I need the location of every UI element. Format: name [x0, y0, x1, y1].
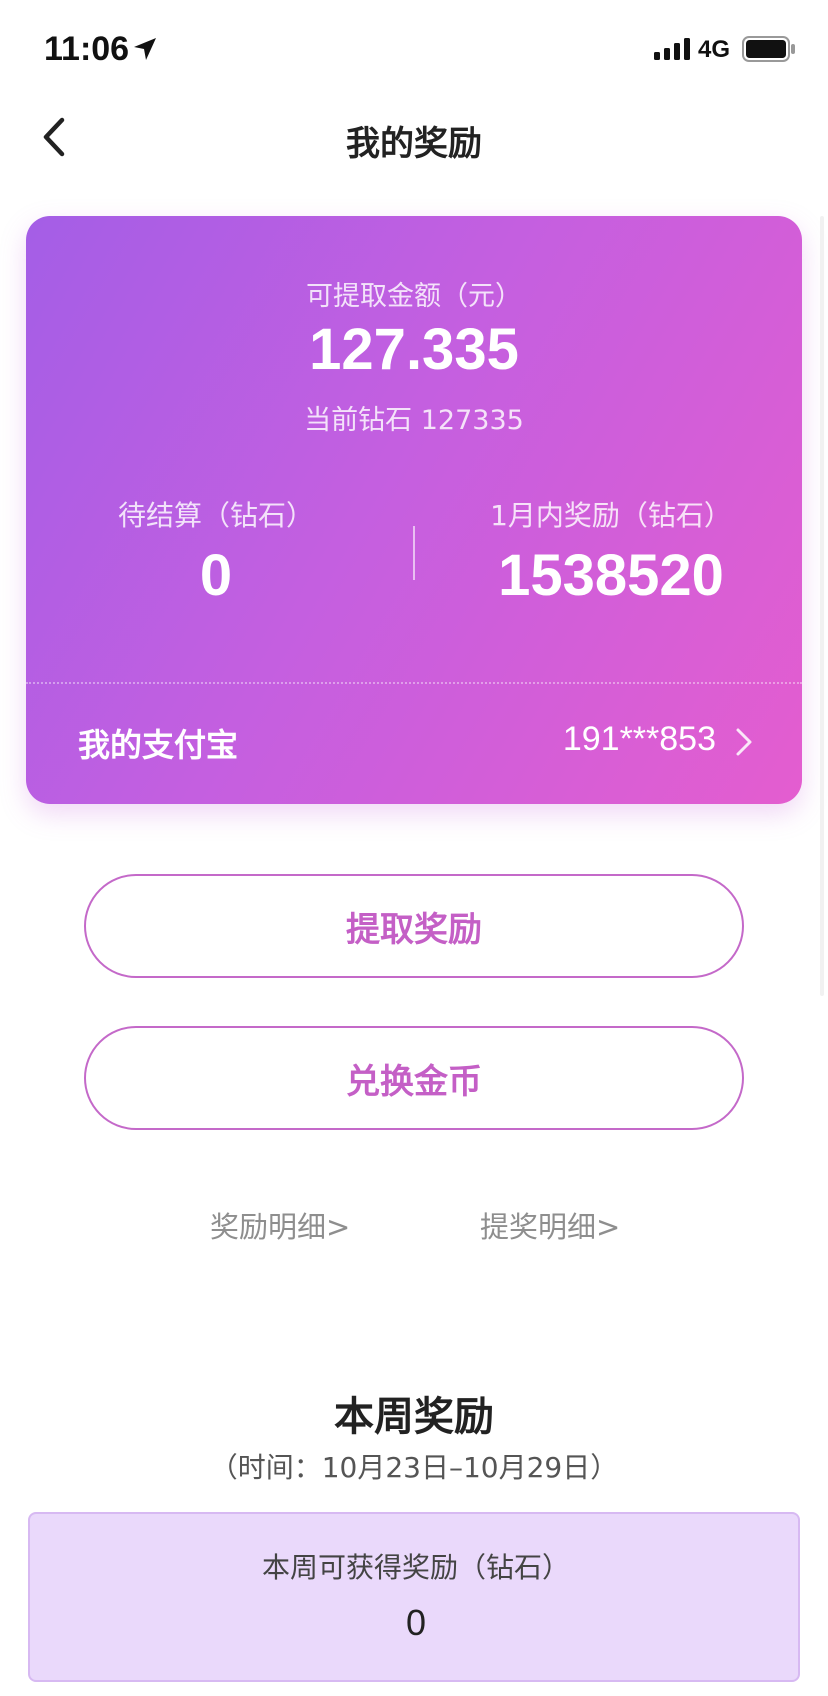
battery-icon	[742, 36, 795, 62]
pending-label: 待结算（钻石）	[117, 499, 314, 532]
withdrawable-amount: 127.335	[309, 317, 519, 382]
weekly-reward-title: 本周奖励	[334, 1394, 494, 1440]
weekly-reward-value: 0	[405, 1602, 427, 1643]
reward-summary-card: 可提取金额（元） 127.335 当前钻石 127335 待结算（钻石） 0 1…	[26, 216, 802, 804]
weekly-reward-label: 本周可获得奖励（钻石）	[261, 1551, 570, 1584]
weekly-period: （时间：10月23日–10月29日）	[209, 1451, 619, 1484]
chevron-right-icon	[736, 728, 752, 756]
alipay-account: 191***853	[562, 720, 716, 758]
alipay-row[interactable]: 我的支付宝 191***853	[26, 682, 802, 804]
location-arrow-icon	[134, 38, 156, 60]
stat-divider	[413, 526, 415, 580]
reward-detail-link[interactable]: 奖励明细>	[210, 1204, 350, 1246]
signal-icon	[654, 38, 690, 60]
month-reward-value: 1538520	[498, 543, 724, 608]
status-time: 11:06	[44, 30, 130, 68]
withdrawable-label: 可提取金额（元）	[306, 281, 522, 312]
network-label: 4G	[698, 36, 731, 63]
alipay-label: 我的支付宝	[78, 726, 239, 764]
month-reward-label: 1月内奖励（钻石）	[490, 499, 732, 532]
current-diamonds: 当前钻石 127335	[304, 405, 524, 436]
status-bar: 11:06 4G	[0, 0, 828, 100]
exchange-coins-button[interactable]: 兑换金币	[84, 1026, 744, 1130]
scrollbar[interactable]	[820, 216, 824, 996]
weekly-reward-box: 本周可获得奖励（钻石） 0	[28, 1512, 800, 1682]
page-title: 我的奖励	[346, 124, 482, 164]
withdraw-detail-link[interactable]: 提奖明细>	[480, 1204, 620, 1246]
withdraw-reward-button[interactable]: 提取奖励	[84, 874, 744, 978]
pending-value: 0	[199, 543, 233, 608]
